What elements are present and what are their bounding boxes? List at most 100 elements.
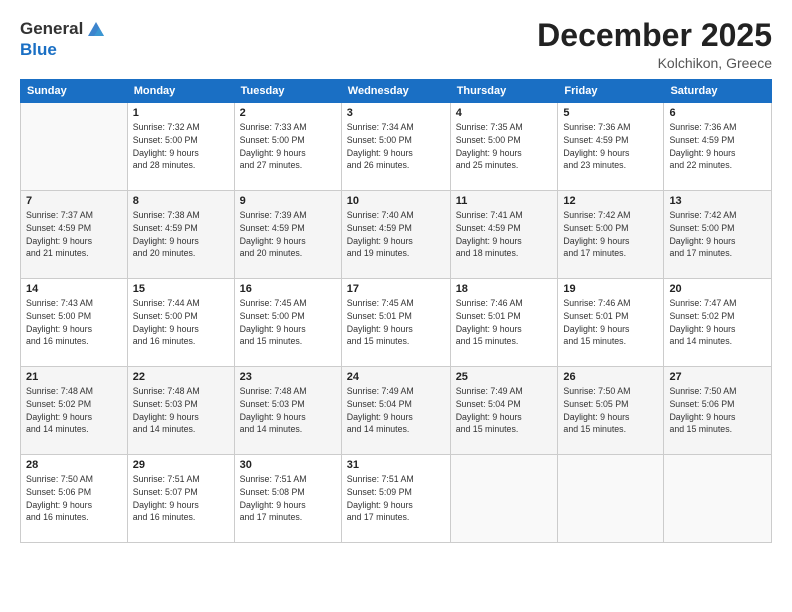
- day-number: 14: [26, 283, 122, 295]
- calendar-cell: [664, 455, 772, 543]
- day-number: 9: [240, 195, 336, 207]
- day-info: Sunrise: 7:32 AM Sunset: 5:00 PM Dayligh…: [133, 121, 229, 172]
- day-info: Sunrise: 7:50 AM Sunset: 5:05 PM Dayligh…: [563, 385, 658, 436]
- calendar-cell: 26 Sunrise: 7:50 AM Sunset: 5:05 PM Dayli…: [558, 367, 664, 455]
- calendar-cell: 28 Sunrise: 7:50 AM Sunset: 5:06 PM Dayli…: [21, 455, 128, 543]
- day-info: Sunrise: 7:46 AM Sunset: 5:01 PM Dayligh…: [456, 297, 553, 348]
- calendar-cell: 9 Sunrise: 7:39 AM Sunset: 4:59 PM Daylig…: [234, 191, 341, 279]
- calendar-week-row: 1 Sunrise: 7:32 AM Sunset: 5:00 PM Daylig…: [21, 103, 772, 191]
- day-info: Sunrise: 7:44 AM Sunset: 5:00 PM Dayligh…: [133, 297, 229, 348]
- calendar-cell: 24 Sunrise: 7:49 AM Sunset: 5:04 PM Dayli…: [341, 367, 450, 455]
- day-info: Sunrise: 7:51 AM Sunset: 5:08 PM Dayligh…: [240, 473, 336, 524]
- weekday-header: Sunday: [21, 80, 128, 103]
- day-number: 26: [563, 371, 658, 383]
- day-info: Sunrise: 7:40 AM Sunset: 4:59 PM Dayligh…: [347, 209, 445, 260]
- weekday-header: Saturday: [664, 80, 772, 103]
- calendar-week-row: 7Sunrise: 7:37 AM Sunset: 4:59 PM Daylig…: [21, 191, 772, 279]
- day-info: Sunrise: 7:51 AM Sunset: 5:09 PM Dayligh…: [347, 473, 445, 524]
- day-info: Sunrise: 7:42 AM Sunset: 5:00 PM Dayligh…: [669, 209, 766, 260]
- month-title: December 2025: [537, 18, 772, 53]
- day-info: Sunrise: 7:49 AM Sunset: 5:04 PM Dayligh…: [347, 385, 445, 436]
- day-number: 1: [133, 107, 229, 119]
- logo: General Blue: [20, 18, 107, 60]
- calendar-cell: 11 Sunrise: 7:41 AM Sunset: 4:59 PM Dayli…: [450, 191, 558, 279]
- calendar-cell: [450, 455, 558, 543]
- weekday-header: Friday: [558, 80, 664, 103]
- weekday-header: Wednesday: [341, 80, 450, 103]
- day-info: Sunrise: 7:38 AM Sunset: 4:59 PM Dayligh…: [133, 209, 229, 260]
- calendar-cell: 17Sunrise: 7:45 AM Sunset: 5:01 PM Dayli…: [341, 279, 450, 367]
- day-info: Sunrise: 7:48 AM Sunset: 5:02 PM Dayligh…: [26, 385, 122, 436]
- calendar-cell: 30 Sunrise: 7:51 AM Sunset: 5:08 PM Dayli…: [234, 455, 341, 543]
- calendar-cell: 23 Sunrise: 7:48 AM Sunset: 5:03 PM Dayli…: [234, 367, 341, 455]
- calendar-cell: 29 Sunrise: 7:51 AM Sunset: 5:07 PM Dayli…: [127, 455, 234, 543]
- day-info: Sunrise: 7:33 AM Sunset: 5:00 PM Dayligh…: [240, 121, 336, 172]
- day-number: 6: [669, 107, 766, 119]
- day-number: 28: [26, 459, 122, 471]
- day-number: 22: [133, 371, 229, 383]
- day-number: 17: [347, 283, 445, 295]
- calendar-week-row: 28 Sunrise: 7:50 AM Sunset: 5:06 PM Dayli…: [21, 455, 772, 543]
- calendar-cell: 14 Sunrise: 7:43 AM Sunset: 5:00 PM Dayli…: [21, 279, 128, 367]
- day-number: 16: [240, 283, 336, 295]
- calendar-cell: 13Sunrise: 7:42 AM Sunset: 5:00 PM Dayli…: [664, 191, 772, 279]
- calendar-cell: 4 Sunrise: 7:35 AM Sunset: 5:00 PM Daylig…: [450, 103, 558, 191]
- day-info: Sunrise: 7:49 AM Sunset: 5:04 PM Dayligh…: [456, 385, 553, 436]
- calendar-cell: 10Sunrise: 7:40 AM Sunset: 4:59 PM Dayli…: [341, 191, 450, 279]
- day-info: Sunrise: 7:39 AM Sunset: 4:59 PM Dayligh…: [240, 209, 336, 260]
- calendar-cell: 1 Sunrise: 7:32 AM Sunset: 5:00 PM Daylig…: [127, 103, 234, 191]
- calendar-cell: [21, 103, 128, 191]
- day-info: Sunrise: 7:35 AM Sunset: 5:00 PM Dayligh…: [456, 121, 553, 172]
- day-info: Sunrise: 7:45 AM Sunset: 5:00 PM Dayligh…: [240, 297, 336, 348]
- day-number: 30: [240, 459, 336, 471]
- day-info: Sunrise: 7:41 AM Sunset: 4:59 PM Dayligh…: [456, 209, 553, 260]
- calendar-cell: 8 Sunrise: 7:38 AM Sunset: 4:59 PM Daylig…: [127, 191, 234, 279]
- day-number: 3: [347, 107, 445, 119]
- day-number: 11: [456, 195, 553, 207]
- calendar-cell: 18 Sunrise: 7:46 AM Sunset: 5:01 PM Dayli…: [450, 279, 558, 367]
- weekday-header: Thursday: [450, 80, 558, 103]
- calendar-cell: 20Sunrise: 7:47 AM Sunset: 5:02 PM Dayli…: [664, 279, 772, 367]
- day-info: Sunrise: 7:46 AM Sunset: 5:01 PM Dayligh…: [563, 297, 658, 348]
- calendar-header-row: SundayMondayTuesdayWednesdayThursdayFrid…: [21, 80, 772, 103]
- day-info: Sunrise: 7:43 AM Sunset: 5:00 PM Dayligh…: [26, 297, 122, 348]
- day-number: 15: [133, 283, 229, 295]
- day-info: Sunrise: 7:42 AM Sunset: 5:00 PM Dayligh…: [563, 209, 658, 260]
- day-number: 5: [563, 107, 658, 119]
- calendar-cell: 25Sunrise: 7:49 AM Sunset: 5:04 PM Dayli…: [450, 367, 558, 455]
- day-info: Sunrise: 7:51 AM Sunset: 5:07 PM Dayligh…: [133, 473, 229, 524]
- day-number: 8: [133, 195, 229, 207]
- calendar-cell: 27Sunrise: 7:50 AM Sunset: 5:06 PM Dayli…: [664, 367, 772, 455]
- day-number: 21: [26, 371, 122, 383]
- calendar-cell: 5 Sunrise: 7:36 AM Sunset: 4:59 PM Daylig…: [558, 103, 664, 191]
- day-info: Sunrise: 7:48 AM Sunset: 5:03 PM Dayligh…: [240, 385, 336, 436]
- calendar-cell: 31 Sunrise: 7:51 AM Sunset: 5:09 PM Dayli…: [341, 455, 450, 543]
- calendar-cell: 2Sunrise: 7:33 AM Sunset: 5:00 PM Daylig…: [234, 103, 341, 191]
- day-info: Sunrise: 7:48 AM Sunset: 5:03 PM Dayligh…: [133, 385, 229, 436]
- day-number: 23: [240, 371, 336, 383]
- day-number: 4: [456, 107, 553, 119]
- location: Kolchikon, Greece: [537, 55, 772, 71]
- logo-blue-text: Blue: [20, 40, 57, 59]
- page: General Blue December 2025 Kolchikon, Gr…: [0, 0, 792, 612]
- day-info: Sunrise: 7:50 AM Sunset: 5:06 PM Dayligh…: [669, 385, 766, 436]
- day-number: 18: [456, 283, 553, 295]
- title-block: December 2025 Kolchikon, Greece: [537, 18, 772, 71]
- day-number: 31: [347, 459, 445, 471]
- day-number: 29: [133, 459, 229, 471]
- calendar-week-row: 21 Sunrise: 7:48 AM Sunset: 5:02 PM Dayli…: [21, 367, 772, 455]
- weekday-header: Monday: [127, 80, 234, 103]
- calendar-cell: 12 Sunrise: 7:42 AM Sunset: 5:00 PM Dayli…: [558, 191, 664, 279]
- day-info: Sunrise: 7:36 AM Sunset: 4:59 PM Dayligh…: [563, 121, 658, 172]
- calendar-cell: 3 Sunrise: 7:34 AM Sunset: 5:00 PM Daylig…: [341, 103, 450, 191]
- day-number: 24: [347, 371, 445, 383]
- day-number: 7: [26, 195, 122, 207]
- logo-general-text: General: [20, 19, 83, 39]
- calendar-cell: 22 Sunrise: 7:48 AM Sunset: 5:03 PM Dayli…: [127, 367, 234, 455]
- day-info: Sunrise: 7:50 AM Sunset: 5:06 PM Dayligh…: [26, 473, 122, 524]
- weekday-header: Tuesday: [234, 80, 341, 103]
- calendar-table: SundayMondayTuesdayWednesdayThursdayFrid…: [20, 79, 772, 543]
- day-number: 12: [563, 195, 658, 207]
- logo-icon: [85, 18, 107, 40]
- day-info: Sunrise: 7:34 AM Sunset: 5:00 PM Dayligh…: [347, 121, 445, 172]
